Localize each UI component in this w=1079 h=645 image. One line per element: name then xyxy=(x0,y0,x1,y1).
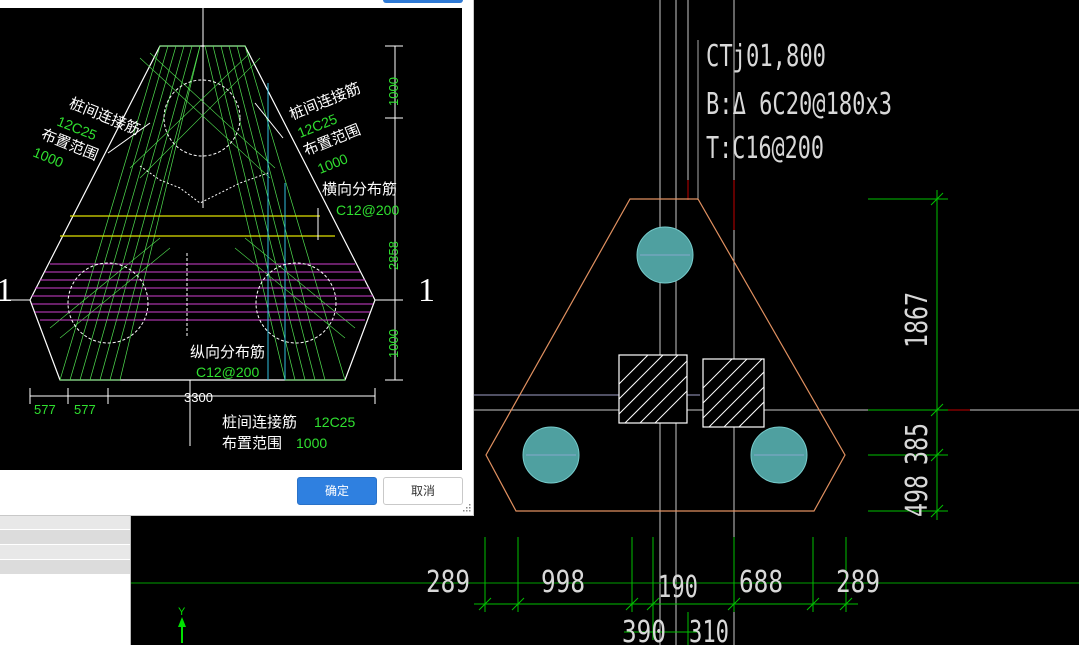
preview-dim-right-mid: 2858 xyxy=(386,241,401,270)
preview-dim-bottom-2: 577 xyxy=(74,402,96,417)
panel-row[interactable] xyxy=(0,515,130,530)
cap-label-name: CTj01,800 xyxy=(706,39,826,74)
preview-bottom-range-value: 1000 xyxy=(296,435,327,451)
column-left[interactable] xyxy=(618,354,688,424)
preview-section-mark-left: 1 xyxy=(0,272,13,309)
preview-section-mark-right: 1 xyxy=(418,272,435,309)
cap-label-top-rebar: T:C16@200 xyxy=(706,131,824,166)
dim-h-390: 390 xyxy=(622,615,666,645)
dim-h-998: 998 xyxy=(541,565,585,600)
preview-bottom-conn-title: 桩间连接筋 xyxy=(222,414,297,431)
panel-row[interactable] xyxy=(0,560,130,575)
preview-longitudinal-spec: C12@200 xyxy=(196,364,259,380)
preview-bottom-conn-spec: 12C25 xyxy=(314,414,355,430)
dim-h-688: 688 xyxy=(739,565,783,600)
ucs-icon: Y xyxy=(178,606,186,643)
cancel-button[interactable]: 取消 xyxy=(383,477,463,505)
resize-grip-icon[interactable] xyxy=(462,503,471,512)
dim-h-310: 310 xyxy=(689,615,729,645)
panel-row[interactable] xyxy=(0,545,130,560)
preview-dim-bottom-1: 577 xyxy=(34,402,56,417)
preview-dim-right-top: 1000 xyxy=(386,77,401,106)
column-right[interactable] xyxy=(702,358,765,428)
preview-longitudinal-title: 纵向分布筋 xyxy=(190,344,265,361)
cap-label-bottom-rebar: B:Δ 6C20@180x3 xyxy=(706,87,892,122)
rebar-preview: 1 1 桩间连接筋 12C25 布置范围 1000 桩间连接筋 12C25 布置… xyxy=(0,8,462,470)
dim-vertical-498: 498 xyxy=(900,475,935,517)
property-panel[interactable] xyxy=(0,515,131,645)
dim-h-289-left: 289 xyxy=(426,565,470,600)
preview-dim-right-bot: 1000 xyxy=(386,329,401,358)
preview-bottom-range-title: 布置范围 xyxy=(222,435,282,452)
dim-h-190: 190 xyxy=(658,570,698,605)
preview-transverse-title: 横向分布筋 xyxy=(322,181,397,198)
preview-transverse-spec: C12@200 xyxy=(336,202,399,218)
dim-h-289-right: 289 xyxy=(836,565,880,600)
dim-vertical-1867: 1867 xyxy=(900,292,935,348)
dimension-vertical xyxy=(868,190,948,520)
preview-dim-bottom-total: 3300 xyxy=(184,390,213,405)
ok-button[interactable]: 确定 xyxy=(297,477,377,505)
dialog-top-button-edge[interactable] xyxy=(383,0,463,3)
dim-vertical-385: 385 xyxy=(900,423,935,465)
ucs-axis-label: Y xyxy=(178,606,186,618)
pile-cap-rebar-dialog[interactable]: 1 1 桩间连接筋 12C25 布置范围 1000 桩间连接筋 12C25 布置… xyxy=(0,0,474,516)
panel-row[interactable] xyxy=(0,530,130,545)
